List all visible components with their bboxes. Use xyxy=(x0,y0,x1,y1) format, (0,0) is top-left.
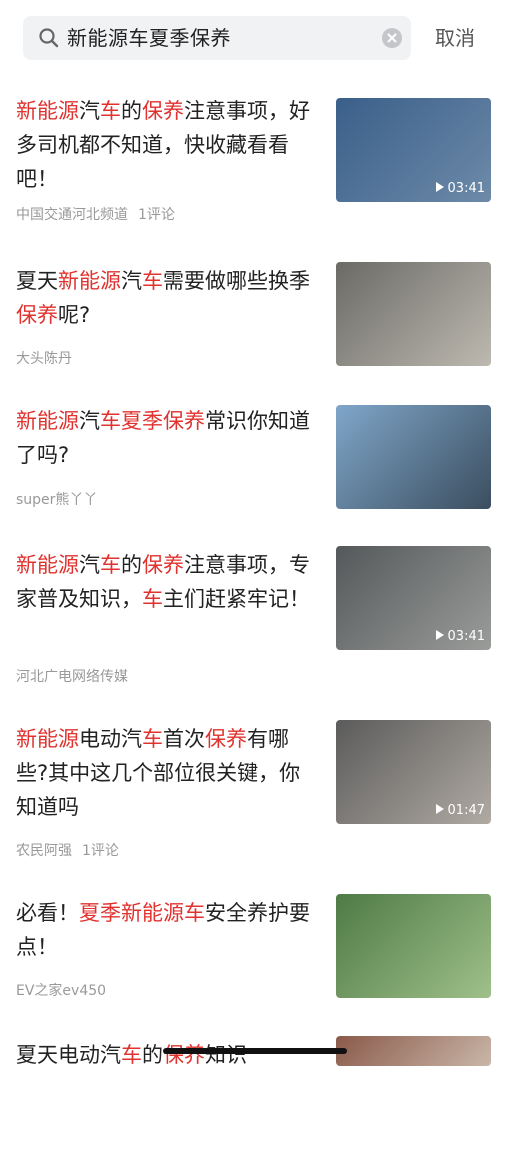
duration-text: 03:41 xyxy=(447,629,485,644)
list-item[interactable]: 新能源汽车的保养注意事项，专家普及知识，车主们赶紧牢记！ 河北广电网络传媒 03:4… xyxy=(0,546,511,686)
list-item[interactable]: 新能源电动汽车首次保养有哪些?其中这几个部位很关键，你知道吗农民阿强 1评论 01:… xyxy=(0,720,511,860)
item-title: 夏天电动汽车的保养知识 xyxy=(16,1038,316,1072)
thumbnail-image[interactable] xyxy=(336,894,491,998)
list-item[interactable]: 新能源汽车的保养注意事项，好多司机都不知道，快收藏看看吧！ 中国交通河北频道 1评论… xyxy=(0,86,511,226)
item-meta: super熊丫丫 xyxy=(16,489,97,509)
item-title: 夏天新能源汽车需要做哪些换季保养呢? xyxy=(16,264,316,332)
highlight-keyword: 车 xyxy=(142,587,163,611)
thumbnail-image[interactable]: 01:47 xyxy=(336,720,491,824)
title-text: 必看！ xyxy=(16,901,79,925)
title-text: 电动汽 xyxy=(79,727,142,751)
highlight-keyword: 车 xyxy=(100,99,121,123)
source-name: 河北广电网络传媒 xyxy=(16,669,128,685)
title-text: 需要做哪些换季 xyxy=(163,269,310,293)
title-text: 夏天 xyxy=(16,269,58,293)
list-item[interactable]: 夏天新能源汽车需要做哪些换季保养呢? 大头陈丹 xyxy=(0,262,511,402)
video-duration: 01:47 xyxy=(435,803,485,818)
source-name: 大头陈丹 xyxy=(16,351,72,367)
title-text: 主们赶紧牢记！ xyxy=(163,587,310,611)
title-text: 的 xyxy=(121,99,142,123)
title-text: 的 xyxy=(142,1043,163,1067)
source-name: 农民阿强 xyxy=(16,843,72,859)
source-name: 中国交通河北频道 xyxy=(16,207,128,223)
item-title: 新能源汽车夏季保养常识你知道了吗? xyxy=(16,404,316,472)
play-icon xyxy=(435,804,444,814)
search-bar: 新能源车夏季保养 取消 xyxy=(0,0,511,76)
title-text: 呢? xyxy=(58,303,91,327)
highlight-keyword: 新能源 xyxy=(16,727,79,751)
item-meta: EV之家ev450 xyxy=(16,980,106,1000)
video-duration: 03:41 xyxy=(435,181,485,196)
title-text: 知识 xyxy=(205,1043,247,1067)
duration-text: 01:47 xyxy=(447,803,485,818)
comment-count: 1评论 xyxy=(138,207,175,223)
item-title: 必看！夏季新能源车安全养护要点！ xyxy=(16,896,316,964)
thumbnail-image[interactable]: 03:41 xyxy=(336,546,491,650)
list-item[interactable]: 夏天电动汽车的保养知识 xyxy=(0,1036,511,1176)
highlight-keyword: 车 xyxy=(142,727,163,751)
title-text: 夏天电动汽 xyxy=(16,1043,121,1067)
title-text: 首次 xyxy=(163,727,205,751)
highlight-keyword: 保养 xyxy=(142,553,184,577)
search-icon xyxy=(39,28,59,48)
thumbnail-image[interactable]: 03:41 xyxy=(336,98,491,202)
highlight-keyword: 保养 xyxy=(142,99,184,123)
home-indicator xyxy=(163,1048,347,1054)
highlight-keyword: 新能源 xyxy=(16,99,79,123)
highlight-keyword: 车 xyxy=(121,1043,142,1067)
highlight-keyword: 车 xyxy=(142,269,163,293)
thumbnail-image[interactable] xyxy=(336,1036,491,1066)
item-title: 新能源汽车的保养注意事项，专家普及知识，车主们赶紧牢记！ xyxy=(16,548,316,616)
search-box[interactable]: 新能源车夏季保养 xyxy=(23,16,411,60)
highlight-keyword: 夏季新能源车 xyxy=(79,901,205,925)
search-input[interactable]: 新能源车夏季保养 xyxy=(67,24,231,52)
highlight-keyword: 新能源 xyxy=(58,269,121,293)
thumbnail-image[interactable] xyxy=(336,262,491,366)
item-title: 新能源电动汽车首次保养有哪些?其中这几个部位很关键，你知道吗 xyxy=(16,722,316,824)
list-item[interactable]: 新能源汽车夏季保养常识你知道了吗? super熊丫丫 xyxy=(0,404,511,544)
cancel-button[interactable]: 取消 xyxy=(435,22,475,54)
comment-count: 1评论 xyxy=(82,843,119,859)
item-meta: 河北广电网络传媒 xyxy=(16,666,128,686)
highlight-keyword: 保养 xyxy=(205,727,247,751)
item-meta: 农民阿强 1评论 xyxy=(16,840,119,860)
title-text: 汽 xyxy=(79,409,100,433)
item-meta: 大头陈丹 xyxy=(16,348,72,368)
play-icon xyxy=(435,630,444,640)
video-duration: 03:41 xyxy=(435,629,485,644)
play-icon xyxy=(435,182,444,192)
highlight-keyword: 保养 xyxy=(163,1043,205,1067)
highlight-keyword: 保养 xyxy=(16,303,58,327)
title-text: 汽 xyxy=(79,553,100,577)
source-name: super熊丫丫 xyxy=(16,492,98,508)
duration-text: 03:41 xyxy=(447,181,485,196)
list-item[interactable]: 必看！夏季新能源车安全养护要点！ EV之家ev450 xyxy=(0,894,511,1034)
clear-icon[interactable] xyxy=(381,27,403,49)
highlight-keyword: 新能源 xyxy=(16,553,79,577)
thumbnail-image[interactable] xyxy=(336,405,491,509)
title-text: 汽 xyxy=(121,269,142,293)
title-text: 汽 xyxy=(79,99,100,123)
item-meta: 中国交通河北频道 1评论 xyxy=(16,204,175,224)
source-name: EV之家ev450 xyxy=(16,983,107,999)
item-title: 新能源汽车的保养注意事项，好多司机都不知道，快收藏看看吧！ xyxy=(16,94,316,196)
highlight-keyword: 新能源 xyxy=(16,409,79,433)
highlight-keyword: 车 xyxy=(100,553,121,577)
title-text: 的 xyxy=(121,553,142,577)
highlight-keyword: 车夏季保养 xyxy=(100,409,205,433)
